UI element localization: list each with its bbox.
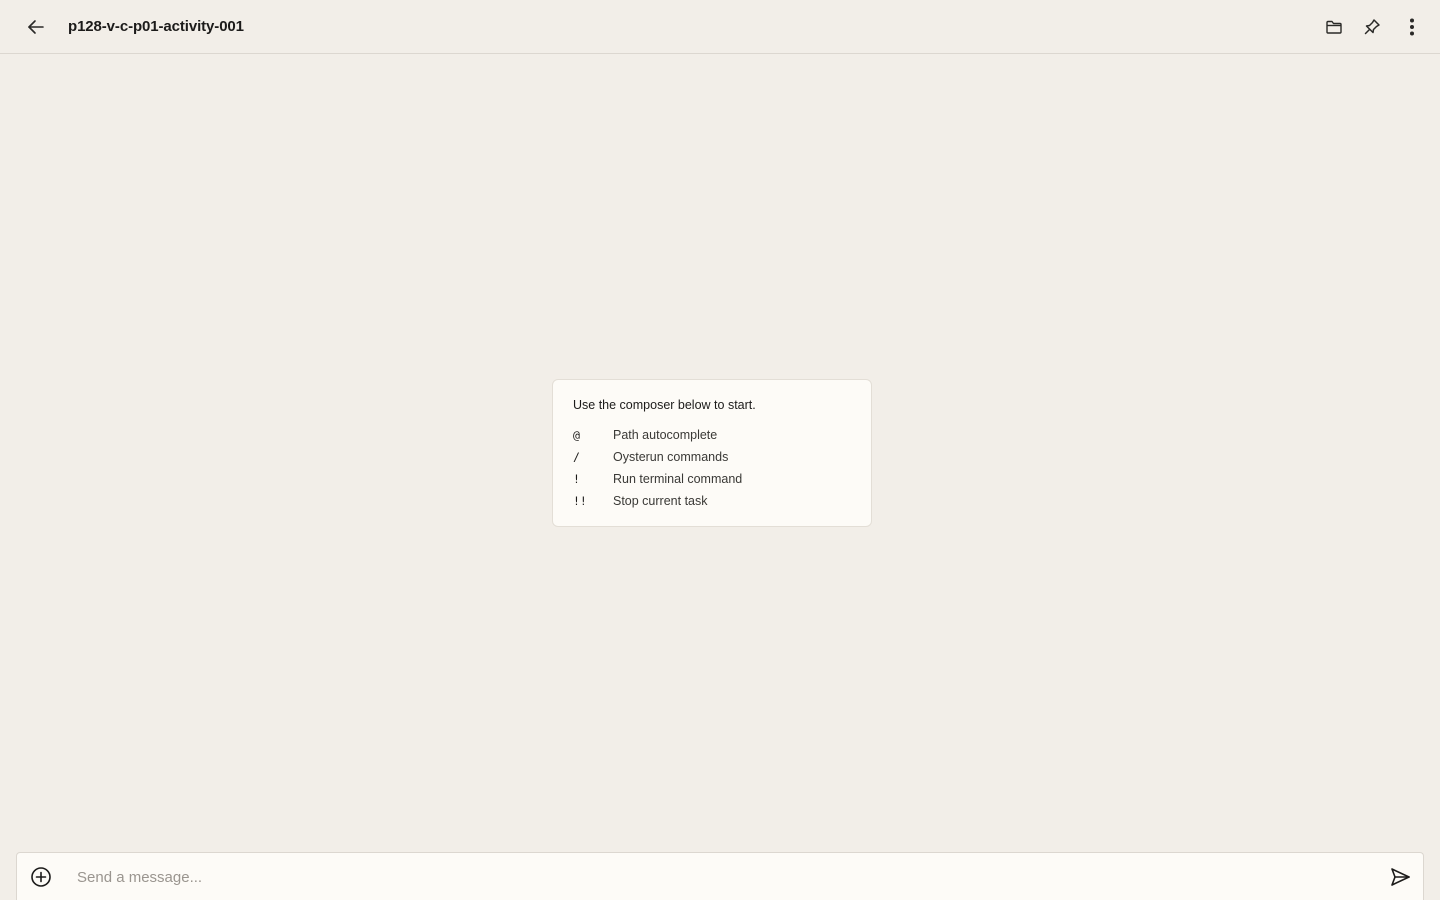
shortcut-row-commands: / Oysterun commands <box>573 448 853 466</box>
shortcut-description: Run terminal command <box>613 472 743 486</box>
pin-icon <box>1364 19 1380 35</box>
shortcut-row-terminal: ! Run terminal command <box>573 470 853 488</box>
message-input[interactable] <box>77 861 1357 893</box>
hint-intro-text: Use the composer below to start. <box>573 398 756 412</box>
shortcut-key: / <box>573 450 580 464</box>
pin-button[interactable] <box>1356 11 1388 43</box>
shortcut-description: Oysterun commands <box>613 450 729 464</box>
folder-button[interactable] <box>1318 11 1350 43</box>
composer-hint-card: Use the composer below to start. @ Path … <box>552 379 872 527</box>
shortcut-key: !! <box>573 494 587 508</box>
shortcut-row-stop: !! Stop current task <box>573 492 853 510</box>
send-icon <box>1391 868 1410 886</box>
shortcut-row-path: @ Path autocomplete <box>573 426 853 444</box>
attach-button[interactable] <box>25 861 57 893</box>
send-button[interactable] <box>1384 861 1416 893</box>
shortcut-key: @ <box>573 428 580 442</box>
shortcut-key: ! <box>573 472 580 486</box>
top-bar: p128-v-c-p01-activity-001 <box>0 0 1440 54</box>
more-vertical-icon <box>1410 18 1414 36</box>
folder-icon <box>1326 20 1342 34</box>
message-composer <box>16 852 1424 900</box>
page-title: p128-v-c-p01-activity-001 <box>68 18 244 35</box>
back-button[interactable] <box>20 11 52 43</box>
plus-circle-icon <box>31 867 51 887</box>
shortcut-description: Path autocomplete <box>613 428 718 442</box>
arrow-left-icon <box>28 20 44 34</box>
shortcut-description: Stop current task <box>613 494 708 508</box>
more-options-button[interactable] <box>1396 11 1428 43</box>
